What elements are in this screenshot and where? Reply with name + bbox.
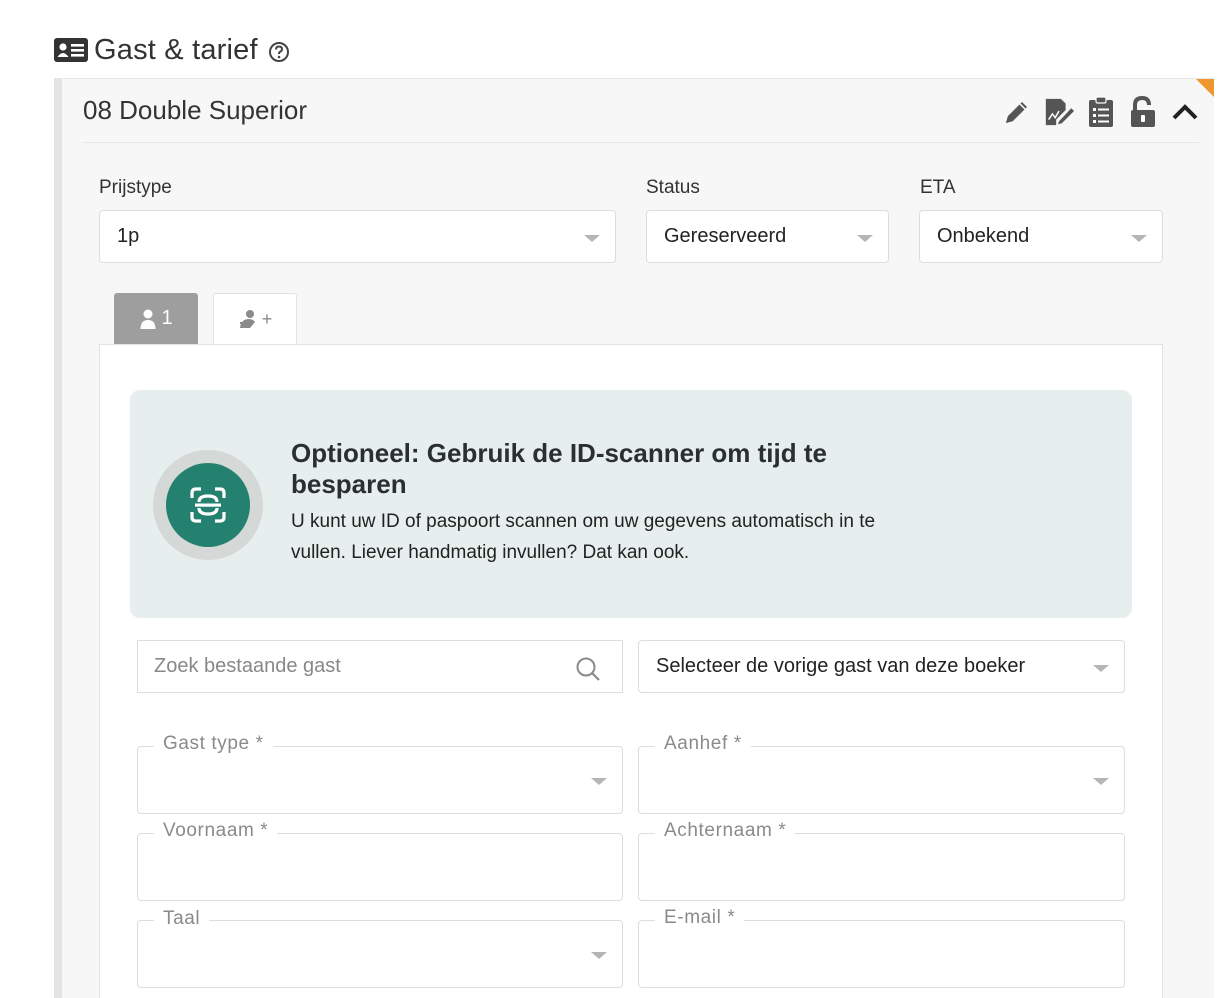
email-field[interactable]: E-mail * [638,907,1125,988]
prijstype-label: Prijstype [99,177,172,198]
eta-value: Onbekend [937,225,1030,247]
first-name-label: Voornaam * [154,820,278,842]
id-card-icon [54,38,88,62]
last-name-label: Achternaam * [655,820,796,842]
language-label: Taal [154,908,210,930]
tab-add-guest[interactable]: + [213,293,297,344]
edit-pencil-icon[interactable] [1001,95,1033,129]
last-name-field[interactable]: Achternaam * [638,820,1125,901]
tab-guest-label: 1 [161,307,173,329]
id-scanner-card: Optioneel: Gebruik de ID-scanner om tijd… [130,390,1132,618]
scanner-description: U kunt uw ID of paspoort scannen om uw g… [291,511,876,563]
email-label: E-mail * [655,907,745,929]
first-name-field[interactable]: Voornaam * [137,820,623,901]
status-label: Status [646,177,700,198]
room-panel: 08 Double Superior Prijstype 1p Status G… [54,78,1214,998]
page-title: Gast & tarief [94,33,258,66]
scan-icon [190,487,226,523]
chevron-down-icon [1093,665,1109,672]
status-value: Gereserveerd [664,225,787,247]
eta-select[interactable]: Onbekend [919,210,1163,263]
signature-icon[interactable] [1043,95,1075,129]
chevron-down-icon [857,235,873,242]
guest-type-label: Gast type * [154,733,273,755]
user-icon [140,309,156,329]
chevron-down-icon [1131,235,1147,242]
prijstype-value: 1p [117,225,140,247]
salutation-label: Aanhef * [655,733,751,755]
chevron-down-icon [591,952,607,959]
guest-type-select[interactable]: Gast type * [137,733,623,814]
scanner-title: Optioneel: Gebruik de ID-scanner om tijd… [291,438,827,499]
clipboard-list-icon[interactable] [1085,95,1117,129]
unlock-icon[interactable] [1127,95,1159,129]
room-panel-header: 08 Double Superior [83,79,1199,143]
id-scan-button[interactable] [166,463,250,547]
chevron-down-icon [591,778,607,785]
tab-add-label: + [261,308,273,329]
previous-guest-value: Selecteer de vorige gast van deze boeker [656,655,1026,677]
room-actions [1001,95,1201,129]
search-icon[interactable] [575,656,601,682]
eta-label: ETA [920,177,956,198]
room-title: 08 Double Superior [83,95,308,125]
scan-button-ring [153,450,263,560]
guest-search-input[interactable] [137,640,623,693]
chevron-down-icon [584,235,600,242]
question-circle-icon[interactable] [268,41,290,63]
salutation-select[interactable]: Aanhef * [638,733,1125,814]
previous-guest-select[interactable]: Selecteer de vorige gast van deze boeker [638,640,1125,693]
language-select[interactable]: Taal [137,908,623,988]
page-header: Gast & tarief [54,30,290,70]
chevron-down-icon [1093,778,1109,785]
chevron-up-icon[interactable] [1169,95,1201,129]
status-select[interactable]: Gereserveerd [646,210,889,263]
tab-guest-1[interactable]: 1 [114,293,198,344]
prijstype-select[interactable]: 1p [99,210,616,263]
user-plus-icon [239,310,255,328]
